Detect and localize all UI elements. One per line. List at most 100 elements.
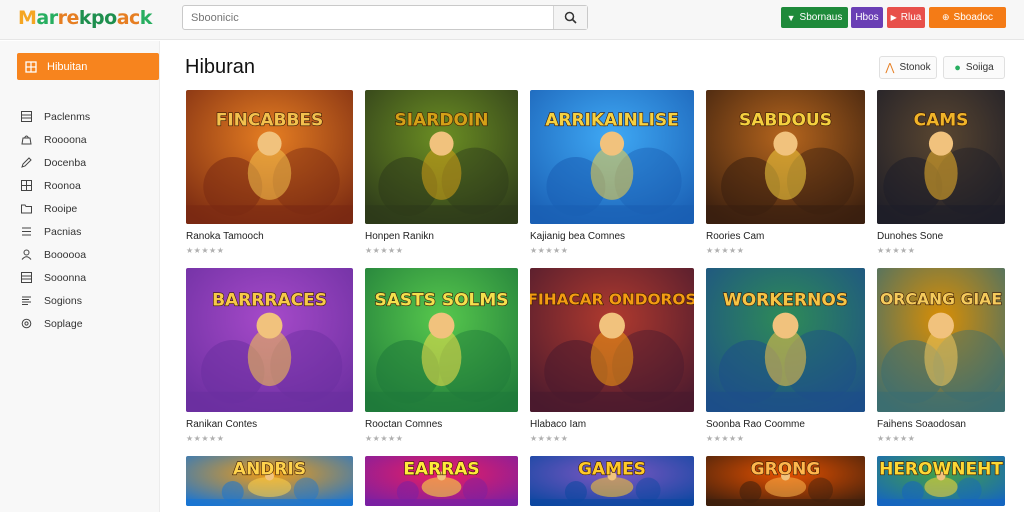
sidebar-item-7[interactable]: Boooooa [20,243,90,266]
sidebar-item-label: Roonoa [44,179,81,192]
svg-text:ORCANG GIAE: ORCANG GIAE [880,290,1002,309]
header-button-1[interactable]: ▼ Sbornaus [781,7,848,28]
header-button-1-label: Sbornaus [799,12,843,23]
play-icon: ▶ [890,13,897,22]
svg-text:EARRAS: EARRAS [403,460,479,480]
top-header: Marrekpoack ▼ Sbornaus Hbos ▶ Rlua ⊕ Sbo… [0,0,1024,40]
sidebar-item-4[interactable]: Roonoa [20,174,90,197]
svg-text:HEROWNEHT: HEROWNEHT [879,460,1003,480]
header-button-2[interactable]: Hbos [851,7,883,28]
search-icon [564,11,577,24]
game-thumbnail[interactable]: WORKERNOS [706,268,865,412]
sidebar-item-label: Sogions [44,294,82,307]
star-rating: ★★★★★ [706,434,745,443]
sidebar-item-active[interactable]: Hibuitan [17,53,159,80]
bag-icon [20,134,32,146]
game-thumbnail[interactable]: BARRRACES [186,268,353,412]
game-title[interactable]: Rooctan Comnes [365,419,442,430]
game-title[interactable]: Faihens Soaodosan [877,419,966,430]
game-thumbnail[interactable]: CAMS [877,90,1005,224]
svg-text:CAMS: CAMS [914,110,969,130]
star-rating: ★★★★★ [706,246,745,255]
svg-text:BARRRACES: BARRRACES [212,290,327,310]
header-button-4[interactable]: ⊕ Sboadoc [929,7,1006,28]
game-thumbnail[interactable]: HEROWNEHT [877,456,1005,506]
svg-text:ANDRIS: ANDRIS [233,460,306,480]
game-title[interactable]: Soonba Rao Coomme [706,419,805,430]
header-button-3[interactable]: ▶ Rlua [887,7,925,28]
twitter-bird-icon: ▼ [786,12,796,23]
page-title: Hiburan [185,56,256,78]
game-title[interactable]: Ranoka Tamooch [186,231,264,242]
list-icon [20,272,32,284]
folder-icon [20,203,32,215]
sign-button-label: Soiiga [965,62,994,73]
game-title[interactable]: Kajianig bea Comnes [530,231,625,242]
list-icon [20,111,32,123]
svg-text:ARRIKAINLISE: ARRIKAINLISE [545,110,679,130]
game-thumbnail[interactable]: FINCABBES [186,90,353,224]
sidebar-item-8[interactable]: Sooonna [20,266,90,289]
stock-button[interactable]: ⋀ Stonok [879,56,937,79]
game-title[interactable]: Hlabaco Iam [530,419,586,430]
game-thumbnail[interactable]: EARRAS [365,456,518,506]
game-title[interactable]: Dunohes Sone [877,231,943,242]
site-logo[interactable]: Marrekpoack [18,7,152,29]
grid-icon [25,60,37,73]
game-thumbnail[interactable]: GRONG [706,456,865,506]
game-thumbnail[interactable]: ARRIKAINLISE [530,90,694,224]
svg-text:WORKERNOS: WORKERNOS [723,290,848,310]
sidebar-item-1[interactable]: Paclenms [20,105,90,128]
sidebar-item-label: Soplage [44,317,83,330]
svg-text:GRONG: GRONG [751,460,821,480]
edit-icon [20,157,32,169]
star-rating: ★★★★★ [877,434,916,443]
lines-icon [20,295,32,307]
sidebar-item-label: Paclenms [44,110,91,123]
svg-text:FINCABBES: FINCABBES [216,110,324,130]
game-thumbnail[interactable]: GAMES [530,456,694,506]
header-button-3-label: Rlua [900,12,922,23]
star-rating: ★★★★★ [530,434,569,443]
game-thumbnail[interactable]: ORCANG GIAE [877,268,1005,412]
sidebar-item-label: Sooonna [44,271,87,284]
cart-icon: ⊕ [941,12,950,22]
header-button-2-label: Hbos [855,12,879,23]
svg-text:SASTS SOLMS: SASTS SOLMS [374,290,508,310]
table-icon [20,180,32,192]
search-bar [182,5,588,30]
sidebar: Hibuitan Paclenms Roooona Docenba Roonoa Roo… [0,41,160,512]
globe-icon: ● [954,61,961,74]
svg-text:SIARDOIN: SIARDOIN [395,110,489,130]
game-thumbnail[interactable]: SABDOUS [706,90,865,224]
sign-button[interactable]: ● Soiiga [943,56,1005,79]
search-input[interactable] [191,9,551,27]
svg-text:SABDOUS: SABDOUS [739,110,832,130]
header-button-4-label: Sboadoc [953,12,994,23]
search-button[interactable] [553,6,587,29]
sidebar-item-5[interactable]: Rooipe [20,197,90,220]
stock-button-label: Stonok [899,62,931,73]
game-thumbnail[interactable]: ANDRIS [186,456,353,506]
tag-icon: ⋀ [885,62,895,74]
sidebar-item-label: Rooipe [44,202,78,215]
sidebar-item-10[interactable]: Soplage [20,312,90,335]
sidebar-item-label: Docenba [44,156,87,169]
user-icon [20,249,32,261]
sidebar-list: Paclenms Roooona Docenba Roonoa Rooipe Pacnia… [20,105,90,335]
star-rating: ★★★★★ [877,246,916,255]
game-title[interactable]: Honpen Ranikn [365,231,434,242]
sidebar-item-2[interactable]: Roooona [20,128,90,151]
game-title[interactable]: Ranikan Contes [186,419,257,430]
game-thumbnail[interactable]: SIARDOIN [365,90,518,224]
sidebar-item-label: Pacnias [44,225,82,238]
sidebar-item-9[interactable]: Sogions [20,289,90,312]
sidebar-item-3[interactable]: Docenba [20,151,90,174]
star-rating: ★★★★★ [365,434,404,443]
menu-icon [20,226,32,238]
game-thumbnail[interactable]: SASTS SOLMS [365,268,518,412]
star-rating: ★★★★★ [365,246,404,255]
game-thumbnail[interactable]: FIHACAR ONDOROS [530,268,694,412]
game-title[interactable]: Roories Cam [706,231,764,242]
sidebar-item-6[interactable]: Pacnias [20,220,90,243]
